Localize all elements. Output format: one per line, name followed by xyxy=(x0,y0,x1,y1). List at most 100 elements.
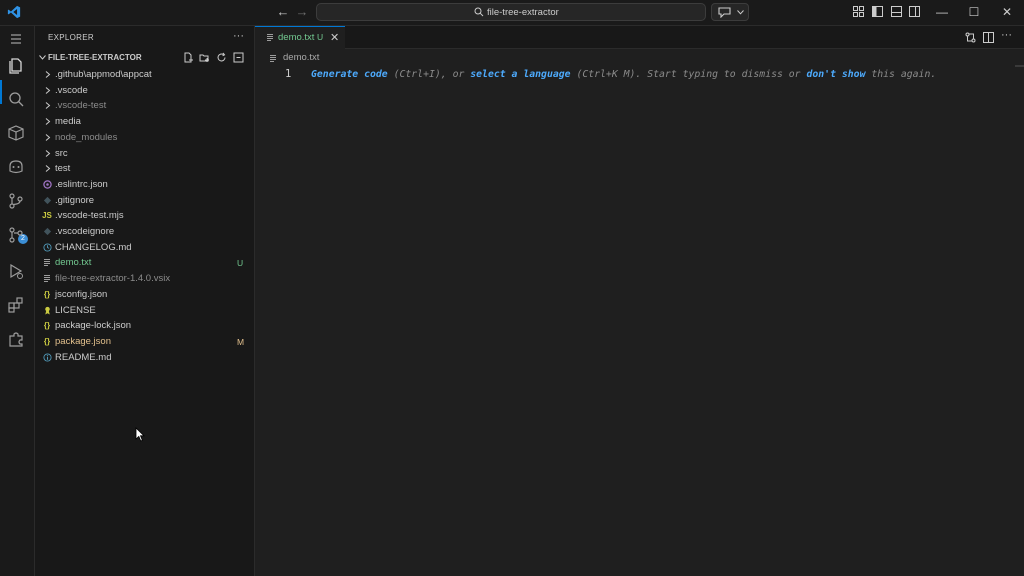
close-icon[interactable]: ✕ xyxy=(999,4,1015,20)
customize-layout-icon[interactable] xyxy=(853,6,864,17)
tree-file[interactable]: JS .vscode-test.mjs xyxy=(35,208,254,223)
command-center-label: file-tree-extractor xyxy=(487,7,559,18)
vscode-logo-icon[interactable] xyxy=(7,5,21,19)
tree-file[interactable]: demo.txt U xyxy=(35,255,254,270)
puzzle-icon[interactable] xyxy=(7,330,27,350)
toggle-primary-sidebar-icon[interactable] xyxy=(872,6,883,17)
split-editor-icon[interactable] xyxy=(983,32,994,43)
maximize-icon[interactable]: ☐ xyxy=(966,4,982,20)
tree-file[interactable]: .gitignore xyxy=(35,193,254,208)
tree-folder[interactable]: .github\appmod\appcat xyxy=(35,67,254,82)
tree-file[interactable]: .eslintrc.json xyxy=(35,177,254,192)
tree-item-label: src xyxy=(55,147,68,159)
tree-item-label: test xyxy=(55,163,71,175)
tree-file[interactable]: README.md xyxy=(35,350,254,365)
activity-bar: 2 xyxy=(0,26,35,576)
license-icon xyxy=(42,306,52,316)
editor-more-actions-icon[interactable]: ··· xyxy=(1001,29,1012,41)
tree-item-label: node_modules xyxy=(55,131,118,143)
editor-area: demo.txt U ✕ ··· demo.txt 1 Generate cod… xyxy=(255,26,1024,576)
source-control-icon[interactable] xyxy=(7,192,27,212)
toggle-secondary-sidebar-icon[interactable] xyxy=(909,6,920,17)
tree-item-label: demo.txt xyxy=(55,257,92,269)
tree-folder[interactable]: .vscode-test xyxy=(35,98,254,113)
text-file-icon xyxy=(267,34,273,41)
tree-item-label: file-tree-extractor-1.4.0.vsix xyxy=(55,273,171,285)
tab-label: demo.txt xyxy=(278,32,315,43)
tree-item-label: README.md xyxy=(55,351,112,363)
search-icon[interactable] xyxy=(7,90,27,110)
git-status-badge: M xyxy=(237,336,245,347)
mouse-pointer-icon xyxy=(135,427,145,442)
tree-file[interactable]: file-tree-extractor-1.4.0.vsix xyxy=(35,271,254,286)
select-language-link[interactable]: select a language xyxy=(470,69,570,80)
toggle-panel-icon[interactable] xyxy=(891,6,902,17)
extensions-icon[interactable] xyxy=(7,296,27,316)
generate-code-link[interactable]: Generate code xyxy=(311,69,388,80)
empty-editor-hint: Generate code (Ctrl+I), or select a lang… xyxy=(311,67,951,83)
chevron-down-icon xyxy=(737,10,744,15)
dont-show-link[interactable]: don't show xyxy=(806,69,865,80)
git-icon xyxy=(42,227,52,237)
chevron-right-icon xyxy=(42,133,52,143)
tree-item-label: .vscode-test xyxy=(55,100,107,112)
forward-arrow-icon[interactable]: → xyxy=(295,5,309,19)
collapse-all-icon[interactable] xyxy=(233,52,244,63)
line-number: 1 xyxy=(285,68,292,80)
git-graph-icon[interactable] xyxy=(7,226,27,246)
text-file-icon xyxy=(42,258,52,268)
chevron-right-icon xyxy=(42,70,52,80)
minimize-icon[interactable]: — xyxy=(934,4,950,20)
eslint-icon xyxy=(42,180,52,190)
tree-folder[interactable]: node_modules xyxy=(35,130,254,145)
tree-folder[interactable]: src xyxy=(35,146,254,161)
explorer-icon[interactable] xyxy=(7,56,27,76)
tree-file[interactable]: {} package-lock.json xyxy=(35,318,254,333)
new-file-icon[interactable] xyxy=(183,52,194,63)
tree-folder[interactable]: .vscode xyxy=(35,83,254,98)
run-debug-icon[interactable] xyxy=(7,262,27,282)
tree-file[interactable]: LICENSE xyxy=(35,303,254,318)
tree-file[interactable]: {} jsconfig.json xyxy=(35,287,254,302)
chevron-right-icon xyxy=(42,101,52,111)
back-arrow-icon[interactable]: ← xyxy=(276,5,290,19)
copilot-chat-button[interactable] xyxy=(711,3,749,21)
chevron-right-icon xyxy=(42,117,52,127)
json-icon: {} xyxy=(43,321,51,331)
hint-text: (Ctrl+K M). Start typing to dismiss or xyxy=(570,69,807,80)
tree-item-label: jsconfig.json xyxy=(55,288,108,300)
javascript-icon: JS xyxy=(42,211,52,221)
search-icon xyxy=(474,7,484,17)
json-icon: {} xyxy=(43,336,51,346)
info-icon xyxy=(42,353,52,363)
json-icon: {} xyxy=(43,289,51,299)
tree-folder[interactable]: test xyxy=(35,161,254,176)
new-folder-icon[interactable] xyxy=(199,52,210,63)
open-changes-icon[interactable] xyxy=(965,32,976,43)
tab-demo-txt[interactable]: demo.txt U ✕ xyxy=(255,26,345,49)
command-center-search[interactable]: file-tree-extractor xyxy=(316,3,706,21)
tree-folder[interactable]: media xyxy=(35,114,254,129)
active-indicator xyxy=(0,80,2,104)
copilot-icon[interactable] xyxy=(7,158,27,178)
close-tab-icon[interactable]: ✕ xyxy=(330,31,339,44)
git-icon xyxy=(42,196,52,206)
menu-icon[interactable] xyxy=(7,30,27,50)
explorer-sidebar: EXPLORER ··· FILE-TREE-EXTRACTOR .github… xyxy=(35,26,255,576)
clock-icon xyxy=(42,243,52,253)
more-actions-icon[interactable]: ··· xyxy=(233,30,244,42)
tree-file[interactable]: {} package.json M xyxy=(35,334,254,349)
tree-item-label: .vscode-test.mjs xyxy=(55,210,124,222)
remote-explorer-icon[interactable] xyxy=(7,124,27,144)
tree-file[interactable]: .vscodeignore xyxy=(35,224,254,239)
tree-file[interactable]: CHANGELOG.md xyxy=(35,240,254,255)
breadcrumb-file: demo.txt xyxy=(283,52,320,63)
hint-text: this again. xyxy=(865,69,937,80)
tree-item-label: media xyxy=(55,116,81,128)
refresh-icon[interactable] xyxy=(216,52,227,63)
tree-item-label: CHANGELOG.md xyxy=(55,241,132,253)
git-status-badge: U xyxy=(237,258,244,269)
chevron-right-icon xyxy=(42,86,52,96)
scrollbar[interactable] xyxy=(1015,65,1024,67)
chevron-right-icon xyxy=(42,164,52,174)
